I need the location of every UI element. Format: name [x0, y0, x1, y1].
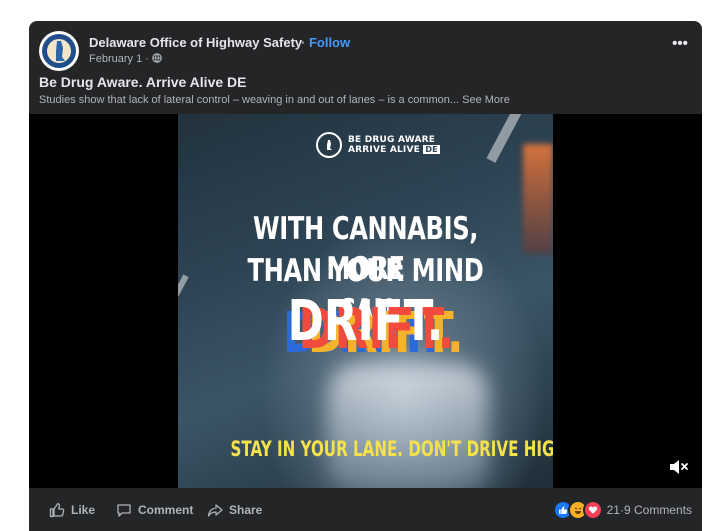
share-label: Share: [229, 503, 263, 517]
reaction-count[interactable]: 21: [607, 503, 620, 517]
lane-marking: [486, 114, 524, 163]
reaction-icons[interactable]: [552, 500, 603, 520]
tagline: STAY IN YOUR LANE. DON'T DRIVE HIGH.: [230, 437, 554, 461]
muted-speaker-icon[interactable]: [668, 458, 690, 476]
more-options-icon: •••: [672, 34, 688, 52]
share-button[interactable]: Share: [207, 500, 262, 520]
comments-count-link[interactable]: 9 Comments: [624, 503, 692, 517]
follow-button[interactable]: Follow: [309, 35, 350, 50]
see-more-link[interactable]: See More: [462, 94, 510, 106]
meta-separator: ·: [142, 53, 152, 65]
love-reaction-icon: [582, 500, 603, 520]
post-date-link[interactable]: February 1: [89, 53, 142, 65]
brand-badge: DE: [423, 145, 440, 154]
lane-marking: [178, 274, 189, 304]
brand-line1: BE DRUG AWARE: [348, 135, 436, 145]
comment-bubble-icon: [117, 504, 131, 517]
car-blur: [328, 364, 488, 488]
video-player[interactable]: BE DRUG AWARE ARRIVE ALIVE DE WITH CANNA…: [29, 114, 702, 488]
seal-logo-icon: [40, 32, 78, 70]
brand-text: BE DRUG AWARE ARRIVE ALIVE DE: [348, 135, 440, 155]
post-meta: February 1 ·: [89, 53, 162, 65]
page-avatar[interactable]: [39, 31, 79, 71]
reactions-summary: 21 · 9 Comments: [552, 500, 692, 520]
comment-button[interactable]: Comment: [116, 500, 193, 520]
post-header: Delaware Office of Highway Safety · Foll…: [39, 31, 692, 75]
post-card: Delaware Office of Highway Safety · Foll…: [29, 21, 702, 531]
thumbs-up-icon: [49, 502, 65, 518]
more-options-button[interactable]: •••: [668, 31, 692, 55]
campaign-brand: BE DRUG AWARE ARRIVE ALIVE DE: [316, 129, 440, 161]
post-title: Be Drug Aware. Arrive Alive DE: [39, 74, 247, 90]
like-label: Like: [71, 503, 96, 517]
tail-light-blur: [523, 144, 553, 254]
brand-line2-group: ARRIVE ALIVE DE: [348, 145, 440, 155]
page-name-link[interactable]: Delaware Office of Highway Safety: [89, 35, 302, 50]
drift-word: DRIFT.: [287, 289, 444, 354]
follow-group: · Follow: [301, 35, 350, 50]
brand-seal-icon: [316, 132, 342, 158]
post-text-content: Studies show that lack of lateral contro…: [39, 94, 460, 106]
brand-line2: ARRIVE ALIVE: [348, 145, 420, 155]
post-actions-bar: Like Comment Share 21 · 9 Comments: [29, 488, 702, 531]
share-arrow-icon: [207, 504, 223, 517]
follow-separator: ·: [301, 35, 309, 50]
globe-icon: [152, 53, 162, 65]
like-button[interactable]: Like: [49, 500, 95, 520]
comment-label: Comment: [138, 503, 194, 517]
video-frame[interactable]: BE DRUG AWARE ARRIVE ALIVE DE WITH CANNA…: [178, 114, 553, 488]
post-text: Studies show that lack of lateral contro…: [39, 94, 510, 106]
